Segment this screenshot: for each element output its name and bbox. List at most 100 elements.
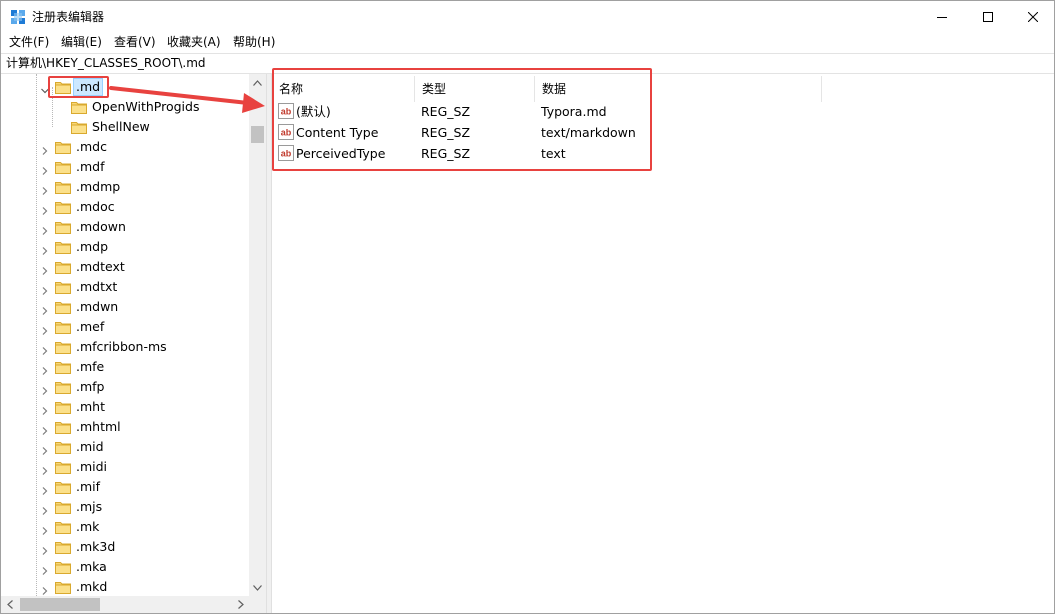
tree-item-label: .mdoc: [76, 199, 115, 214]
chevron-right-icon[interactable]: [40, 362, 50, 375]
close-button[interactable]: [1010, 1, 1055, 32]
menu-view[interactable]: 查看(V): [114, 34, 156, 50]
tree-item[interactable]: .mfcribbon-ms: [1, 337, 249, 357]
folder-icon: [55, 240, 71, 254]
tree-item-label: .mdtxt: [76, 279, 118, 294]
tree-item[interactable]: .mdtext: [1, 257, 249, 277]
column-header-name[interactable]: 名称: [272, 76, 415, 102]
tree-item-label: .mdc: [76, 139, 107, 154]
tree-item[interactable]: .mfp: [1, 377, 249, 397]
tree-item[interactable]: .mdown: [1, 217, 249, 237]
column-header-data[interactable]: 数据: [535, 76, 822, 102]
tree-item-child[interactable]: OpenWithProgids: [1, 97, 249, 117]
tree-item[interactable]: .mdoc: [1, 197, 249, 217]
chevron-right-icon[interactable]: [40, 202, 50, 215]
tree-item[interactable]: .mdc: [1, 137, 249, 157]
menu-favorites[interactable]: 收藏夹(A): [167, 34, 221, 50]
minimize-button[interactable]: [919, 1, 965, 32]
chevron-right-icon[interactable]: [40, 462, 50, 475]
chevron-right-icon[interactable]: [40, 322, 50, 335]
tree-item-label: .mfe: [76, 359, 105, 374]
tree-item[interactable]: .mk3d: [1, 537, 249, 557]
tree-item[interactable]: .mdf: [1, 157, 249, 177]
address-bar[interactable]: 计算机\HKEY_CLASSES_ROOT\.md: [1, 53, 1054, 74]
scroll-right-arrow-icon[interactable]: [232, 596, 249, 613]
tree-item[interactable]: .mkd: [1, 577, 249, 597]
folder-icon: [55, 460, 71, 474]
key-tree-pane[interactable]: .md OpenWithProgids ShellNew .mdc .mdf .mdmp.…: [1, 74, 266, 613]
tree-item[interactable]: .mif: [1, 477, 249, 497]
tree-item[interactable]: .mht: [1, 397, 249, 417]
chevron-right-icon[interactable]: [40, 402, 50, 415]
tree-item[interactable]: .mk: [1, 517, 249, 537]
folder-icon: [55, 220, 71, 234]
values-list-pane[interactable]: 名称 类型 数据 ab (默认) REG_SZ Typora.md ab Content …: [272, 74, 1054, 613]
value-row[interactable]: ab PerceivedType REG_SZ text: [272, 143, 822, 164]
tree-item-label: .mhtml: [76, 419, 121, 434]
chevron-right-icon[interactable]: [40, 522, 50, 535]
scroll-thumb[interactable]: [20, 598, 100, 611]
menu-edit[interactable]: 编辑(E): [61, 34, 102, 50]
chevron-down-icon[interactable]: [40, 82, 50, 94]
tree-horizontal-scrollbar[interactable]: [1, 596, 249, 613]
folder-icon: [55, 200, 71, 214]
tree-item-label: .mdmp: [76, 179, 121, 194]
tree-item[interactable]: .mdp: [1, 237, 249, 257]
value-row[interactable]: ab Content Type REG_SZ text/markdown: [272, 122, 822, 143]
menu-file[interactable]: 文件(F): [9, 34, 49, 50]
folder-icon: [55, 320, 71, 334]
scroll-thumb[interactable]: [251, 126, 264, 143]
tree-item[interactable]: .mka: [1, 557, 249, 577]
title-bar[interactable]: 注册表编辑器: [1, 1, 1054, 32]
folder-icon: [55, 400, 71, 414]
chevron-right-icon[interactable]: [40, 442, 50, 455]
tree-item[interactable]: .midi: [1, 457, 249, 477]
value-name: (默认): [296, 104, 331, 119]
folder-icon: [55, 420, 71, 434]
tree-item-md[interactable]: .md: [1, 77, 249, 97]
value-data: text/markdown: [541, 125, 636, 140]
folder-icon: [55, 440, 71, 454]
value-name: PerceivedType: [296, 146, 386, 161]
string-value-icon: ab: [278, 124, 294, 140]
chevron-right-icon[interactable]: [40, 422, 50, 435]
chevron-right-icon[interactable]: [40, 302, 50, 315]
chevron-right-icon[interactable]: [40, 482, 50, 495]
tree-item-child[interactable]: ShellNew: [1, 117, 249, 137]
chevron-right-icon[interactable]: [40, 382, 50, 395]
tree-item[interactable]: .mdwn: [1, 297, 249, 317]
chevron-right-icon[interactable]: [40, 342, 50, 355]
tree-item-label: .md: [73, 78, 104, 96]
maximize-button[interactable]: [965, 1, 1011, 32]
folder-icon: [55, 280, 71, 294]
chevron-right-icon[interactable]: [40, 162, 50, 175]
column-header-type[interactable]: 类型: [415, 76, 535, 102]
tree-item[interactable]: .mjs: [1, 497, 249, 517]
chevron-right-icon[interactable]: [40, 242, 50, 255]
scroll-down-arrow-icon[interactable]: [249, 579, 266, 596]
tree-item[interactable]: .mhtml: [1, 417, 249, 437]
value-row[interactable]: ab (默认) REG_SZ Typora.md: [272, 101, 822, 122]
chevron-right-icon[interactable]: [40, 502, 50, 515]
chevron-right-icon[interactable]: [40, 182, 50, 195]
minimize-icon: [937, 16, 947, 18]
tree-item[interactable]: .mfe: [1, 357, 249, 377]
chevron-right-icon[interactable]: [40, 262, 50, 275]
folder-icon: [55, 180, 71, 194]
chevron-right-icon[interactable]: [40, 222, 50, 235]
chevron-right-icon[interactable]: [40, 142, 50, 155]
tree-item[interactable]: .mef: [1, 317, 249, 337]
tree-item[interactable]: .mid: [1, 437, 249, 457]
menu-help[interactable]: 帮助(H): [233, 34, 275, 50]
chevron-right-icon[interactable]: [40, 582, 50, 595]
folder-icon: [55, 360, 71, 374]
chevron-right-icon[interactable]: [40, 562, 50, 575]
tree-item[interactable]: .mdmp: [1, 177, 249, 197]
tree-vertical-scrollbar[interactable]: [249, 74, 266, 596]
tree-item-label: OpenWithProgids: [92, 99, 200, 114]
chevron-right-icon[interactable]: [40, 542, 50, 555]
scroll-left-arrow-icon[interactable]: [1, 596, 18, 613]
chevron-right-icon[interactable]: [40, 282, 50, 295]
tree-item[interactable]: .mdtxt: [1, 277, 249, 297]
scroll-up-arrow-icon[interactable]: [249, 74, 266, 91]
